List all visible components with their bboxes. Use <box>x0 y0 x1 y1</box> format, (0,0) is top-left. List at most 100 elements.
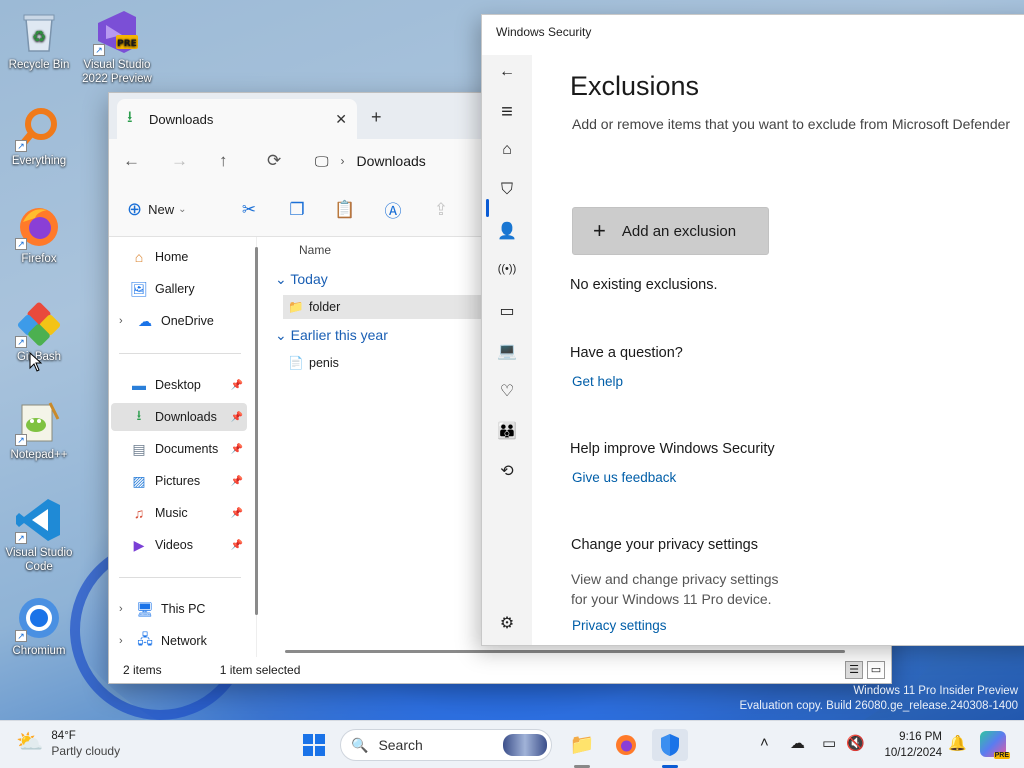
pin-icon[interactable]: 📌 <box>231 412 243 423</box>
sidebar-item-label: Pictures <box>155 474 201 488</box>
app-browser-control-icon[interactable]: ▭ <box>482 301 532 321</box>
breadcrumb[interactable]: Downloads <box>357 153 426 169</box>
start-button[interactable] <box>296 729 332 761</box>
onedrive-icon: ☁ <box>138 312 152 329</box>
details-view-icon[interactable]: ☰ <box>845 661 863 679</box>
notifications-bell-icon[interactable]: 🔔 <box>948 734 967 752</box>
desktop-icon-visual-studio[interactable]: PRE ↗ Visual Studio 2022 Preview <box>78 8 156 86</box>
privacy-heading: Change your privacy settings <box>571 537 758 553</box>
system-clock[interactable]: 9:16 PM 10/12/2024 <box>876 729 942 761</box>
protection-history-icon[interactable]: ⟲ <box>482 461 532 481</box>
search-icon: 🔍 <box>351 736 369 753</box>
sidebar-item-videos[interactable]: ▶ Videos 📌 <box>111 531 247 559</box>
account-protection-icon[interactable]: 👤 <box>482 221 532 241</box>
no-exclusions-text: No existing exclusions. <box>570 277 718 293</box>
desktop-icon-notepad-plus-plus[interactable]: ↗ Notepad++ <box>0 398 78 462</box>
sidebar-item-downloads[interactable]: ⭳ Downloads 📌 <box>111 403 247 431</box>
shortcut-arrow-icon: ↗ <box>15 434 27 446</box>
visual-studio-icon: PRE ↗ <box>93 8 141 56</box>
copy-icon[interactable]: ❐ <box>273 200 321 220</box>
tiles-view-icon[interactable]: ▭ <box>867 661 885 679</box>
firewall-network-icon[interactable]: ((•)) <box>482 263 532 275</box>
sidebar-item-music[interactable]: ♫ Music 📌 <box>111 499 247 527</box>
family-options-icon[interactable]: 👪 <box>482 421 532 441</box>
recycle-bin-icon: ♻ <box>15 8 63 56</box>
sidebar-scrollbar[interactable] <box>255 247 258 615</box>
rename-icon[interactable]: Ⓐ <box>369 197 417 222</box>
pin-icon[interactable]: 📌 <box>231 540 243 551</box>
pin-icon[interactable]: 📌 <box>231 380 243 391</box>
desktop-icon-firefox[interactable]: ↗ Firefox <box>0 202 78 266</box>
sidebar-item-label: Desktop <box>155 378 201 392</box>
settings-gear-icon[interactable]: ⚙ <box>482 613 532 633</box>
desktop-icon-chromium[interactable]: ↗ Chromium <box>0 594 78 658</box>
file-explorer-taskbar-icon[interactable]: 📁 <box>564 729 600 761</box>
close-tab-icon[interactable]: ✕ <box>335 111 347 128</box>
new-button[interactable]: ⊕ New ⌄ <box>127 199 225 220</box>
sidebar-item-documents[interactable]: ▤ Documents 📌 <box>111 435 247 463</box>
expand-chevron-icon[interactable]: › <box>119 603 133 615</box>
share-icon[interactable]: ⇪ <box>417 200 465 220</box>
search-highlight-art <box>503 734 547 756</box>
watermark-line-2: Evaluation copy. Build 26080.ge_release.… <box>739 700 1018 712</box>
firefox-taskbar-icon[interactable] <box>608 729 644 761</box>
hamburger-menu-icon[interactable]: ≡ <box>482 101 532 124</box>
column-header-name[interactable]: Name <box>299 243 331 257</box>
onedrive-tray-icon[interactable]: ☁ <box>790 734 805 752</box>
refresh-icon[interactable]: ⟳ <box>267 151 315 171</box>
desktop-icon-vscode[interactable]: ↗ Visual Studio Code <box>0 496 78 574</box>
up-icon[interactable]: ↑ <box>219 151 267 171</box>
copilot-icon[interactable]: PRE <box>980 731 1010 759</box>
pin-icon[interactable]: 📌 <box>231 444 243 455</box>
device-health-icon[interactable]: ♡ <box>482 381 532 401</box>
expand-chevron-icon[interactable]: › <box>119 635 133 647</box>
taskbar-search-box[interactable]: 🔍 Search <box>340 729 552 761</box>
sidebar-item-pictures[interactable]: ▨ Pictures 📌 <box>111 467 247 495</box>
feedback-link[interactable]: Give us feedback <box>572 470 676 485</box>
virus-protection-shield-icon[interactable]: ⛉ <box>482 181 532 199</box>
forward-icon[interactable]: → <box>171 151 219 171</box>
breadcrumb-chevron-icon[interactable]: › <box>341 154 345 168</box>
network-tray-icon[interactable]: ▭ <box>822 734 836 752</box>
sidebar-item-desktop[interactable]: ▬ Desktop 📌 <box>111 371 247 399</box>
desktop-icon-label: Visual Studio 2022 Preview <box>82 59 152 85</box>
new-tab-button[interactable]: + <box>371 107 382 128</box>
downloads-icon: ⭳ <box>136 407 142 423</box>
desktop-icon-label: Chromium <box>12 645 66 657</box>
desktop-icon-everything[interactable]: ↗ Everything <box>0 104 78 168</box>
device-security-icon[interactable]: 💻 <box>482 341 532 361</box>
taskbar: ⛅ 84°F Partly cloudy 🔍 Search 📁 ˄ ☁ ▭ 🔇 … <box>0 720 1024 768</box>
get-help-link[interactable]: Get help <box>572 374 623 389</box>
volume-muted-icon[interactable]: 🔇 <box>846 734 865 752</box>
everything-search-icon: ↗ <box>15 104 63 152</box>
windows-security-taskbar-icon[interactable] <box>652 729 688 761</box>
this-pc-icon[interactable]: 🖵 <box>315 153 329 170</box>
sidebar-item-home[interactable]: ⌂ Home <box>111 243 247 271</box>
vscode-icon: ↗ <box>15 496 63 544</box>
sidebar-item-this-pc[interactable]: › 🖥 This PC <box>111 595 247 623</box>
svg-text:♻: ♻ <box>32 27 46 46</box>
pin-icon[interactable]: 📌 <box>231 508 243 519</box>
pin-icon[interactable]: 📌 <box>231 476 243 487</box>
paste-icon[interactable]: 📋 <box>321 200 369 220</box>
window-title: Windows Security <box>496 25 592 39</box>
desktop-icon-recycle-bin[interactable]: ♻ Recycle Bin <box>0 8 78 72</box>
expand-chevron-icon[interactable]: › <box>119 315 133 327</box>
sidebar-item-gallery[interactable]: 🖼 Gallery <box>111 275 247 303</box>
weather-widget[interactable]: ⛅ 84°F Partly cloudy <box>16 729 120 759</box>
privacy-settings-link[interactable]: Privacy settings <box>572 618 667 633</box>
horizontal-scrollbar[interactable] <box>285 650 845 653</box>
home-icon[interactable]: ⌂ <box>482 141 532 159</box>
group-header-today[interactable]: ⌄ Today <box>275 271 328 288</box>
cut-icon[interactable]: ✂ <box>225 200 273 220</box>
shortcut-arrow-icon: ↗ <box>15 532 27 544</box>
show-hidden-icons-chevron-icon[interactable]: ˄ <box>760 734 769 751</box>
sidebar-item-network[interactable]: › 🖧 Network <box>111 627 247 655</box>
explorer-tab-downloads[interactable]: ⭳ Downloads ✕ <box>117 99 357 139</box>
back-icon[interactable]: ← <box>123 151 171 171</box>
back-icon[interactable]: ← <box>482 63 532 81</box>
svg-text:PRE: PRE <box>117 39 137 49</box>
sidebar-item-onedrive[interactable]: › ☁ OneDrive <box>111 307 247 335</box>
add-exclusion-button[interactable]: + Add an exclusion <box>572 207 769 255</box>
group-header-earlier-this-year[interactable]: ⌄ Earlier this year <box>275 327 388 344</box>
